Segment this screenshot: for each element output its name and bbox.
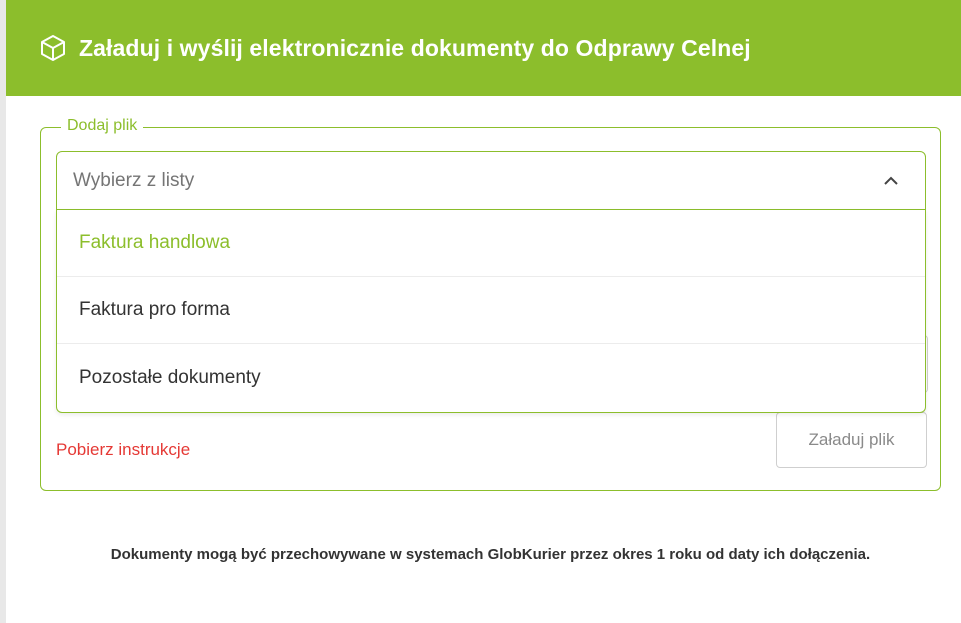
select-placeholder: Wybierz z listy: [73, 169, 195, 191]
download-instructions-link[interactable]: Pobierz instrukcje: [56, 440, 190, 460]
menu-item-faktura-pro-forma[interactable]: Faktura pro forma: [57, 277, 925, 344]
menu-item-pozostale-dokumenty[interactable]: Pozostałe dokumenty: [57, 344, 925, 411]
chevron-up-icon[interactable]: [881, 172, 901, 188]
page-header: Załaduj i wyślij elektronicznie dokument…: [6, 0, 961, 96]
document-type-menu: Faktura handlowa Faktura pro forma Pozos…: [56, 210, 926, 413]
page-title: Załaduj i wyślij elektronicznie dokument…: [79, 34, 751, 61]
menu-item-faktura-handlowa[interactable]: Faktura handlowa: [57, 210, 925, 277]
upload-file-button[interactable]: Załaduj plik: [776, 412, 927, 468]
fieldset-legend: Dodaj plik: [61, 116, 144, 136]
box-icon: [39, 33, 69, 63]
retention-note: Dokumenty mogą być przechowywane w syste…: [110, 546, 871, 563]
document-type-select[interactable]: Wybierz z listy: [56, 151, 926, 210]
